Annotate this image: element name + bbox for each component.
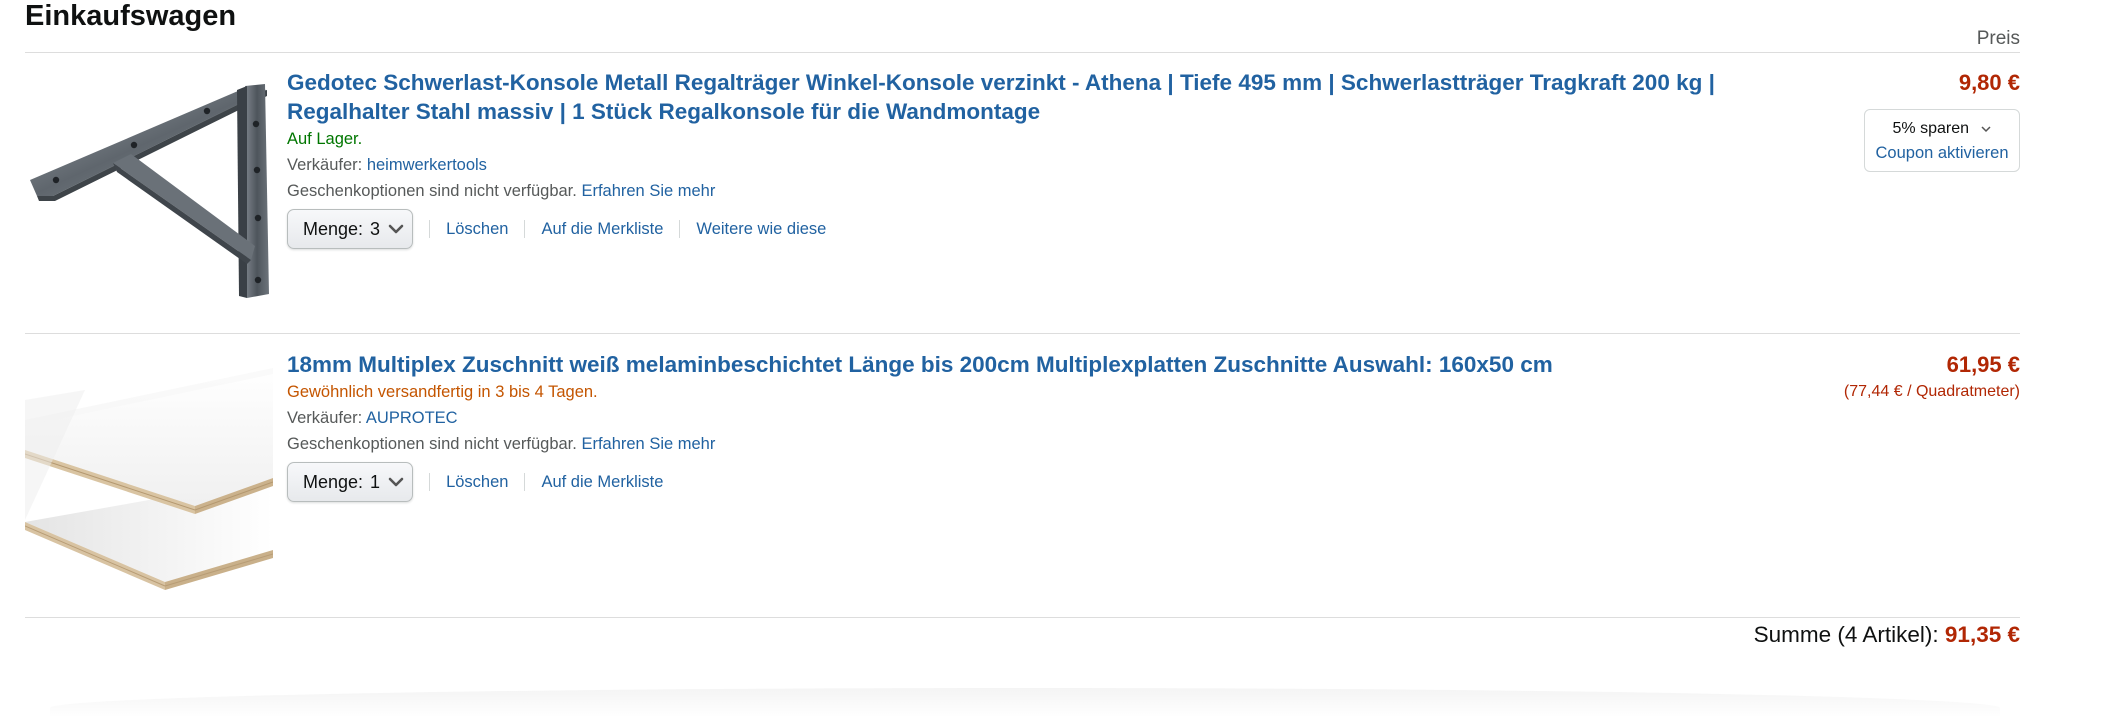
subtotal-label: Summe (4 Artikel): xyxy=(1753,622,1939,647)
separator xyxy=(524,473,526,491)
seller-label: Verkäufer: xyxy=(287,156,363,174)
separator xyxy=(429,473,431,491)
delete-button[interactable]: Löschen xyxy=(446,473,508,492)
quantity-dropdown[interactable]: Menge: 1 xyxy=(287,462,414,502)
quantity-label: Menge: xyxy=(303,471,364,492)
separator xyxy=(429,220,431,238)
save-for-later-button[interactable]: Auf die Merkliste xyxy=(541,220,663,239)
delete-button[interactable]: Löschen xyxy=(446,220,508,239)
activate-coupon-link[interactable]: Coupon aktivieren xyxy=(1865,141,2019,165)
learn-more-link[interactable]: Erfahren Sie mehr xyxy=(581,435,715,453)
seller-label: Verkäufer: xyxy=(287,409,363,427)
cart-item: 18mm Multiplex Zuschnitt weiß melaminbes… xyxy=(25,350,2020,600)
seller-line: Verkäufer: heimwerkertools xyxy=(287,152,1727,178)
shelf-bracket-image xyxy=(30,84,269,298)
plywood-panel-image xyxy=(25,360,273,600)
separator xyxy=(679,220,681,238)
product-image[interactable] xyxy=(25,360,273,600)
divider xyxy=(25,333,2020,334)
price-column-header: Preis xyxy=(1976,28,2020,49)
product-image[interactable] xyxy=(25,68,273,304)
product-title-link[interactable]: 18mm Multiplex Zuschnitt weiß melaminbes… xyxy=(287,350,1727,379)
subtotal-amount: 91,35 € xyxy=(1944,622,2020,647)
seller-line: Verkäufer: AUPROTEC xyxy=(287,405,1727,431)
price-column: 61,95 € (77,44 € / Quadratmeter) xyxy=(1844,350,2020,401)
item-price: 9,80 € xyxy=(1958,70,2020,95)
separator xyxy=(524,220,526,238)
coupon-dropdown[interactable]: 5% sparen xyxy=(1865,117,2019,141)
item-actions: Menge: 1 Löschen Auf die Merkliste xyxy=(287,461,1727,503)
cart-title: Einkaufswagen xyxy=(25,0,237,32)
quantity-label: Menge: xyxy=(303,218,364,239)
unit-price: (77,44 € / Quadratmeter) xyxy=(1843,383,2020,400)
cart-item: Gedotec Schwerlast-Konsole Metall Regalt… xyxy=(25,68,2020,304)
availability-status: Auf Lager. xyxy=(287,130,363,148)
product-title-link[interactable]: Gedotec Schwerlast-Konsole Metall Regalt… xyxy=(287,68,1727,126)
learn-more-link[interactable]: Erfahren Sie mehr xyxy=(581,182,715,200)
quantity-value: 1 xyxy=(370,471,381,492)
coupon-box: 5% sparen Coupon aktivieren xyxy=(1864,109,2020,172)
chevron-down-icon xyxy=(388,224,404,234)
item-details: Gedotec Schwerlast-Konsole Metall Regalt… xyxy=(287,68,1727,250)
save-for-later-button[interactable]: Auf die Merkliste xyxy=(541,473,663,492)
item-actions: Menge: 3 Löschen Auf die Merkliste Weite… xyxy=(287,208,1727,250)
chevron-down-icon xyxy=(1981,117,1991,141)
quantity-dropdown[interactable]: Menge: 3 xyxy=(287,209,414,249)
gift-options-line: Geschenkoptionen sind nicht verfügbar. E… xyxy=(287,431,1727,457)
item-details: 18mm Multiplex Zuschnitt weiß melaminbes… xyxy=(287,350,1727,503)
see-similar-button[interactable]: Weitere wie diese xyxy=(696,220,826,239)
availability-status: Gewöhnlich versandfertig in 3 bis 4 Tage… xyxy=(287,383,598,401)
gift-options-text: Geschenkoptionen sind nicht verfügbar. xyxy=(287,435,577,453)
item-price: 61,95 € xyxy=(1946,352,2020,377)
price-column: 9,80 € 5% sparen Coupon aktivieren xyxy=(1864,68,2020,172)
gift-options-line: Geschenkoptionen sind nicht verfügbar. E… xyxy=(287,178,1727,204)
divider xyxy=(25,52,2020,53)
divider xyxy=(25,617,2020,618)
cart-subtotal: Summe (4 Artikel): 91,35 € xyxy=(1754,622,2020,648)
coupon-savings: 5% sparen xyxy=(1892,120,1970,138)
quantity-value: 3 xyxy=(370,218,381,239)
chevron-down-icon xyxy=(388,477,404,487)
shopping-cart: Einkaufswagen Preis Gedotec Schwerlast-K… xyxy=(25,0,2020,718)
seller-link[interactable]: heimwerkertools xyxy=(367,156,487,174)
gift-options-text: Geschenkoptionen sind nicht verfügbar. xyxy=(287,182,577,200)
seller-link[interactable]: AUPROTEC xyxy=(366,409,458,427)
